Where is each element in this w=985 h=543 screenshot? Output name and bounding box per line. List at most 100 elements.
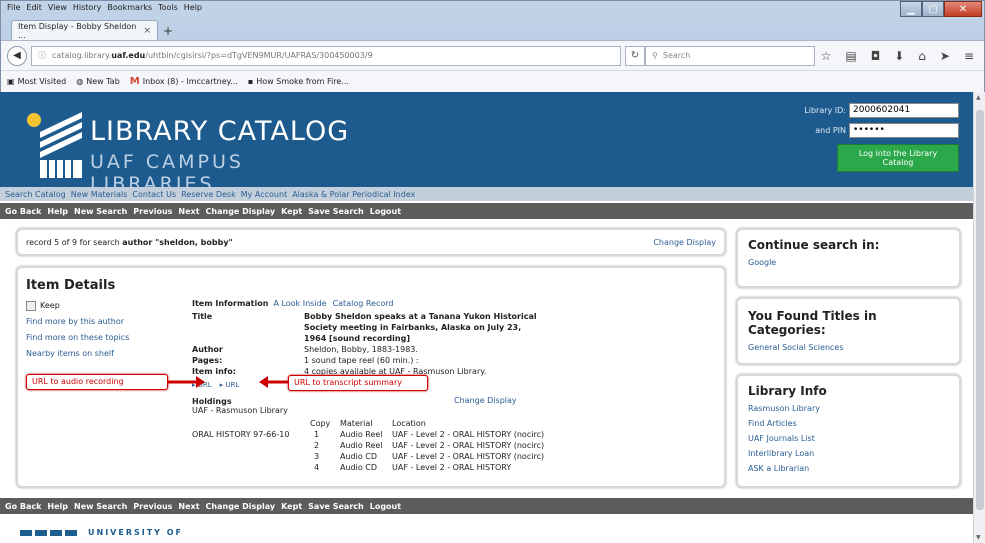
nav-reserve-desk[interactable]: Reserve Desk xyxy=(181,190,236,199)
author-value: Sheldon, Bobby, 1883-1983. xyxy=(304,345,418,354)
close-icon: ✕ xyxy=(958,3,968,15)
arrow-left-icon: ◀ xyxy=(13,50,21,61)
logo-icon xyxy=(27,112,82,178)
tab-item-display[interactable]: Item Display - Bobby Sheldon ... × xyxy=(11,20,158,40)
menu-history[interactable]: History xyxy=(73,3,101,15)
library-logo[interactable]: LIBRARY CATALOG UAF CAMPUS LIBRARIES xyxy=(26,102,366,195)
menu-view[interactable]: View xyxy=(48,3,67,15)
bookmark-smoke[interactable]: ▪ How Smoke from Fire... xyxy=(248,77,349,86)
menu-tools[interactable]: Tools xyxy=(158,3,178,15)
ask-librarian-link[interactable]: ASK a Librarian xyxy=(748,461,949,476)
nav-search-catalog[interactable]: Search Catalog xyxy=(5,190,66,199)
previous-button[interactable]: Previous xyxy=(133,502,172,511)
page-scrollbar[interactable]: ▲ ▼ xyxy=(973,92,985,543)
gmail-icon: M xyxy=(129,76,140,87)
save-search-button[interactable]: Save Search xyxy=(308,502,364,511)
hamburger-menu-icon[interactable]: ≡ xyxy=(964,49,974,63)
logout-button[interactable]: Logout xyxy=(370,502,401,511)
kept-button[interactable]: Kept xyxy=(281,207,302,216)
kept-button[interactable]: Kept xyxy=(281,502,302,511)
find-articles-link[interactable]: Find Articles xyxy=(748,416,949,431)
go-back-button[interactable]: Go Back xyxy=(5,207,41,216)
login-button[interactable]: Log into the Library Catalog xyxy=(837,144,959,172)
change-display-button[interactable]: Change Display xyxy=(206,207,276,216)
close-window-button[interactable]: ✕ xyxy=(944,1,982,17)
browser-window-chrome: File Edit View History Bookmarks Tools H… xyxy=(0,0,985,92)
library-info-heading: Library Info xyxy=(748,384,827,398)
back-button[interactable]: ◀ xyxy=(7,45,27,66)
url-text: catalog.library.uaf.edu/uhtbin/cgisirsi/… xyxy=(52,51,373,60)
scroll-down-icon[interactable]: ▼ xyxy=(976,534,981,541)
info-icon: ⓘ xyxy=(38,51,46,60)
reading-list-icon[interactable]: ▤ xyxy=(845,49,856,63)
tab-strip: Item Display - Bobby Sheldon ... × + xyxy=(11,18,178,40)
reload-button[interactable]: ↻ xyxy=(625,45,645,66)
title-label: Title xyxy=(192,312,213,321)
pin-input[interactable]: •••••• xyxy=(849,122,959,138)
maximize-button[interactable]: ▢ xyxy=(922,1,944,17)
keep-checkbox-row[interactable]: Keep xyxy=(26,298,129,314)
next-button[interactable]: Next xyxy=(178,207,199,216)
change-display-link[interactable]: Change Display xyxy=(653,238,716,247)
journals-list-link[interactable]: UAF Journals List xyxy=(748,431,949,446)
look-inside-link[interactable]: A Look Inside xyxy=(273,298,326,309)
tab-title: Item Display - Bobby Sheldon ... xyxy=(18,21,137,40)
save-search-button[interactable]: Save Search xyxy=(308,207,364,216)
new-search-button[interactable]: New Search xyxy=(74,207,127,216)
minimize-button[interactable]: ▁ xyxy=(900,1,922,17)
new-search-button[interactable]: New Search xyxy=(74,502,127,511)
annotation-audio-url: URL to audio recording xyxy=(26,374,168,390)
menu-bookmarks[interactable]: Bookmarks xyxy=(107,3,152,15)
social-sciences-link[interactable]: General Social Sciences xyxy=(748,340,949,355)
minimize-icon: ▁ xyxy=(907,3,915,15)
navigation-bar: ◀ ⓘ catalog.library.uaf.edu/uhtbin/cgisi… xyxy=(1,40,984,70)
bookmark-new-tab[interactable]: ◍ New Tab xyxy=(76,77,120,86)
google-link[interactable]: Google xyxy=(748,255,949,270)
menu-edit[interactable]: Edit xyxy=(26,3,42,15)
menu-file[interactable]: File xyxy=(7,3,20,15)
keep-checkbox[interactable] xyxy=(26,301,36,311)
bookmark-inbox[interactable]: M Inbox (8) - lmccartney... xyxy=(130,76,238,87)
nav-contact-us[interactable]: Contact Us xyxy=(132,190,176,199)
logout-button[interactable]: Logout xyxy=(370,207,401,216)
help-button[interactable]: Help xyxy=(47,502,68,511)
download-icon[interactable]: ⬇ xyxy=(894,49,904,63)
nav-alaska-polar-index[interactable]: Alaska & Polar Periodical Index xyxy=(292,190,415,199)
change-display-button[interactable]: Change Display xyxy=(206,502,276,511)
call-number: ORAL HISTORY 97-66-10 xyxy=(192,430,290,439)
page-footer: UNIVERSITY OF xyxy=(0,520,973,543)
pages-label: Pages: xyxy=(192,356,223,365)
bookmark-most-visited[interactable]: ▣ Most Visited xyxy=(7,77,66,86)
holdings-change-display-link[interactable]: Change Display xyxy=(454,396,517,405)
audio-url-link[interactable]: ▸ URL xyxy=(192,381,212,389)
pocket-icon[interactable]: ◘ xyxy=(871,49,881,63)
tab-close-icon[interactable]: × xyxy=(143,26,151,36)
browser-search-input[interactable]: ⚲ Search xyxy=(645,45,815,66)
star-icon[interactable]: ☆ xyxy=(821,49,832,63)
rasmuson-library-link[interactable]: Rasmuson Library xyxy=(748,401,949,416)
transcript-url-link[interactable]: ▸ URL xyxy=(220,381,240,389)
scrollbar-thumb[interactable] xyxy=(976,110,984,510)
go-back-button[interactable]: Go Back xyxy=(5,502,41,511)
maximize-icon: ▢ xyxy=(928,3,938,15)
find-by-author-link[interactable]: Find more by this author xyxy=(26,314,129,330)
previous-button[interactable]: Previous xyxy=(133,207,172,216)
find-topics-link[interactable]: Find more on these topics xyxy=(26,330,129,346)
library-id-input[interactable]: 2000602041 xyxy=(849,102,959,118)
url-bar[interactable]: ⓘ catalog.library.uaf.edu/uhtbin/cgisirs… xyxy=(31,45,621,66)
home-icon[interactable]: ⌂ xyxy=(918,49,926,63)
nav-my-account[interactable]: My Account xyxy=(241,190,287,199)
help-button[interactable]: Help xyxy=(47,207,68,216)
nearby-items-link[interactable]: Nearby items on shelf xyxy=(26,346,129,362)
new-tab-button[interactable]: + xyxy=(158,22,178,40)
university-text: UNIVERSITY OF xyxy=(88,528,184,537)
catalog-record-link[interactable]: Catalog Record xyxy=(333,298,394,309)
menu-help[interactable]: Help xyxy=(184,3,202,15)
scroll-up-icon[interactable]: ▲ xyxy=(976,94,981,101)
author-label: Author xyxy=(192,345,223,354)
nav-new-materials[interactable]: New Materials xyxy=(71,190,128,199)
send-icon[interactable]: ➤ xyxy=(940,49,950,63)
next-button[interactable]: Next xyxy=(178,502,199,511)
interlibrary-loan-link[interactable]: Interlibrary Loan xyxy=(748,446,949,461)
title-value: Bobby Sheldon speaks at a Tanana Yukon H… xyxy=(304,312,537,343)
